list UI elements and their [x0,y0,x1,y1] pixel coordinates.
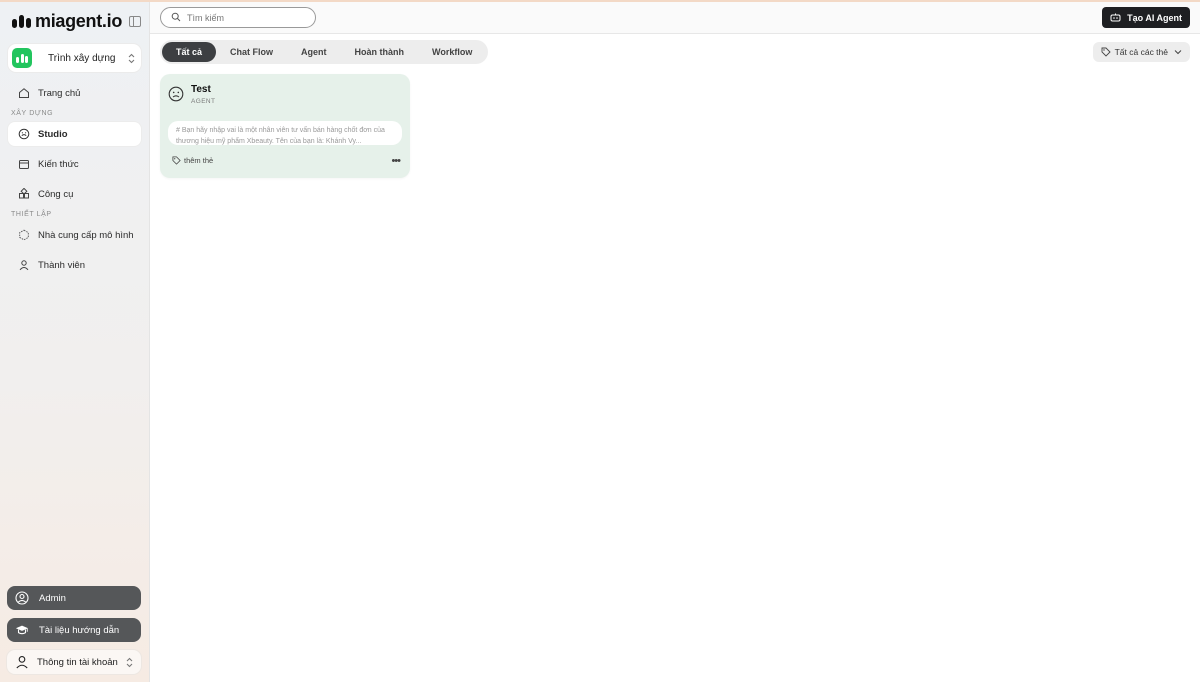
sidebar-item-model-providers[interactable]: Nhà cung cấp mô hình [8,223,141,247]
more-options-icon[interactable]: ••• [391,155,401,166]
card-type-badge: AGENT [191,98,216,105]
home-icon [18,87,30,99]
sidebar-item-members[interactable]: Thành viên [8,253,141,277]
card-footer: thêm thẻ ••• [168,155,402,166]
sidebar-bottom: Admin Tài liệu hướng dẫn Thông tin tài k… [7,586,141,674]
card-description: # Bạn hãy nhập vai là một nhân viên tư v… [168,121,402,145]
graduation-cap-icon [15,623,29,637]
add-tag-button[interactable]: thêm thẻ [168,156,213,165]
docs-button[interactable]: Tài liệu hướng dẫn [7,618,141,642]
create-agent-button[interactable]: Tạo AI Agent [1102,7,1190,28]
chevron-down-icon [1174,49,1182,55]
robot-icon [1110,13,1121,22]
tab-workflow[interactable]: Workflow [418,42,486,62]
sidebar-item-label: Studio [38,128,68,140]
search-icon [171,9,181,27]
chevron-updown-icon [126,657,133,668]
main-content: Tạo AI Agent Tất cả Chat Flow Agent Hoàn… [150,2,1200,682]
tab-completed[interactable]: Hoàn thành [341,42,419,62]
workspace-logo-icon [12,48,32,68]
admin-button[interactable]: Admin [7,586,141,610]
cube-icon [18,229,30,241]
account-label: Thông tin tài khoản [37,656,118,668]
section-label-build: XÂY DỰNG [11,110,54,117]
search-box[interactable] [160,7,316,28]
tag-filter-dropdown[interactable]: Tất cả các thẻ [1092,42,1190,62]
tab-all[interactable]: Tất cả [162,42,217,62]
docs-label: Tài liệu hướng dẫn [39,624,120,636]
type-tabs: Tất cả Chat Flow Agent Hoàn thành Workfl… [160,40,489,64]
sidebar-item-label: Kiến thức [38,158,79,170]
tag-filter-label: Tất cả các thẻ [1114,47,1168,57]
tab-chat-flow[interactable]: Chat Flow [216,42,287,62]
admin-avatar-icon [15,591,29,605]
sidebar-item-label: Thành viên [38,259,86,271]
sidebar-item-label: Nhà cung cấp mô hình [38,229,134,241]
create-agent-label: Tạo AI Agent [1127,12,1182,23]
card-title: Test [191,84,211,95]
tag-icon [172,156,181,165]
filter-toolbar: Tất cả Chat Flow Agent Hoàn thành Workfl… [150,34,1200,64]
sidebar-item-label: Công cụ [38,188,74,200]
chevron-updown-icon [128,53,135,64]
studio-icon [18,128,30,140]
sidebar-item-studio[interactable]: Studio [8,122,141,146]
sidebar-item-knowledge[interactable]: Kiến thức [8,152,141,176]
sidebar-item-tools[interactable]: Công cụ [8,182,141,206]
sidebar: miagent.io Trình xây dựng Trang chủ XÂY … [0,2,150,682]
account-user-icon [15,655,29,669]
search-input[interactable] [187,12,307,23]
brand-logo-icon [12,14,31,28]
sidebar-toggle-icon[interactable] [129,15,141,27]
admin-label: Admin [39,592,66,604]
tools-icon [18,188,30,200]
sidebar-item-label: Trang chủ [38,87,81,99]
tag-icon [1101,47,1111,57]
folder-icon [18,158,30,170]
sidebar-item-home[interactable]: Trang chủ [8,81,141,105]
add-tag-label: thêm thẻ [184,156,214,165]
account-button[interactable]: Thông tin tài khoản [7,650,141,674]
brand-name: miagent.io [35,10,123,31]
user-icon [18,259,30,271]
agent-card[interactable]: Test AGENT # Bạn hãy nhập vai là một nhâ… [160,74,410,178]
tab-agent[interactable]: Agent [287,42,341,62]
workspace-name: Trình xây dựng [48,52,116,64]
workspace-switcher[interactable]: Trình xây dựng [8,44,141,72]
section-label-setup: THIẾT LẬP [11,211,52,218]
card-header: Test AGENT [168,84,402,105]
agent-face-icon [168,86,184,102]
topbar: Tạo AI Agent [150,2,1200,34]
card-grid: Test AGENT # Bạn hãy nhập vai là một nhâ… [150,64,1200,188]
brand[interactable]: miagent.io [8,2,141,40]
app-root: miagent.io Trình xây dựng Trang chủ XÂY … [0,0,1200,682]
